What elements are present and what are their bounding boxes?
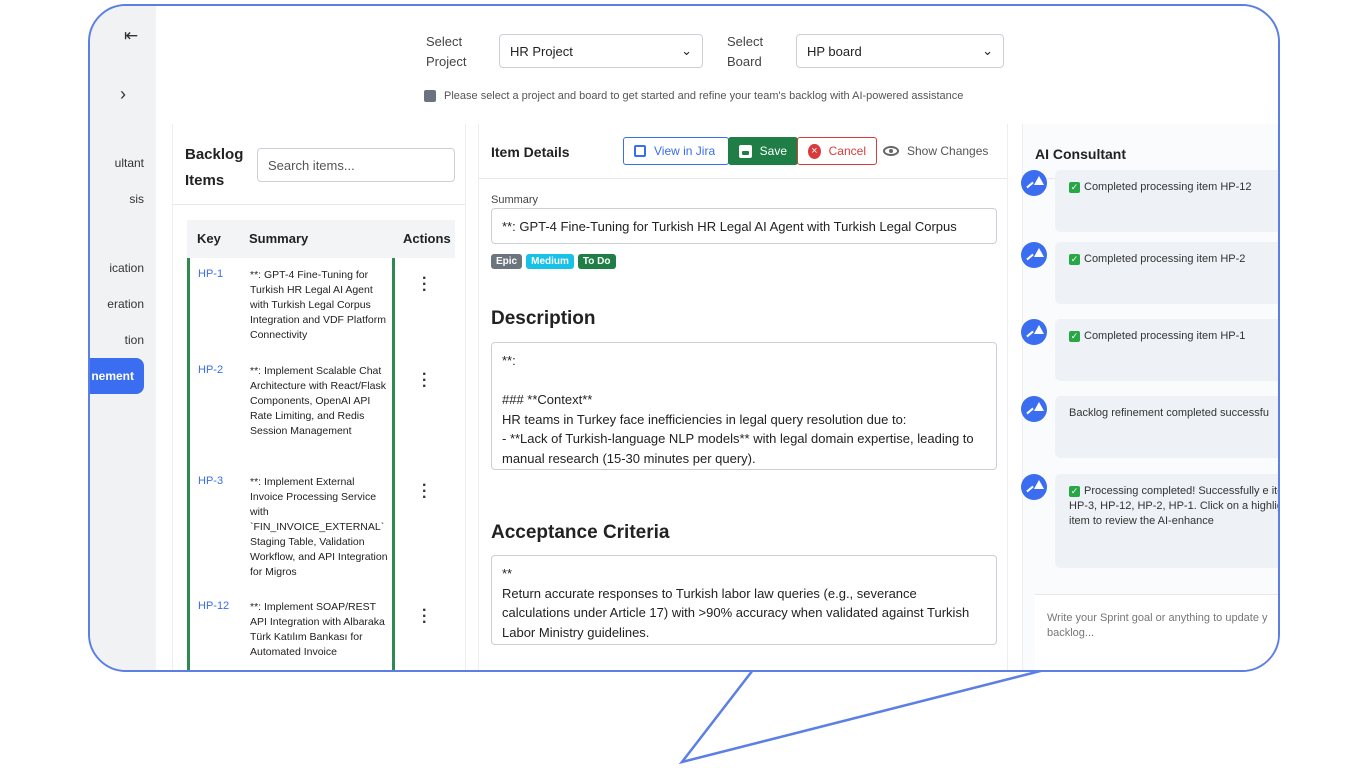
cancel-button[interactable]: × Cancel (797, 137, 877, 165)
more-vertical-icon[interactable]: · · · (422, 367, 427, 395)
acceptance-criteria-textarea[interactable]: ** Return accurate responses to Turkish … (491, 555, 997, 645)
item-summary: **: GPT-4 Fine-Tuning for Turkish HR Leg… (250, 269, 386, 341)
ai-avatar-icon (1021, 474, 1047, 500)
sidebar-item-generation[interactable]: eration (107, 297, 144, 311)
status-badge: To Do (577, 254, 616, 269)
column-header-actions: Actions (403, 231, 451, 246)
column-header-summary: Summary (249, 231, 309, 246)
type-badge: Epic (491, 254, 523, 269)
more-vertical-icon[interactable]: · · · (422, 271, 427, 299)
priority-badge: Medium (526, 254, 574, 269)
sidebar: ⇤ › ultant sis ication eration tion neme… (90, 6, 156, 670)
hint-message: Please select a project and board to get… (444, 90, 964, 102)
view-in-jira-button[interactable]: View in Jira (623, 137, 729, 165)
summary-input[interactable]: **: GPT-4 Fine-Tuning for Turkish HR Leg… (491, 208, 997, 244)
ai-avatar-icon (1021, 396, 1047, 422)
app-frame: ⇤ › ultant sis ication eration tion neme… (88, 4, 1280, 672)
more-vertical-icon[interactable]: · · · (422, 603, 427, 631)
save-label: Save (759, 144, 787, 158)
chat-message: ✓ Completed processing item HP-12 (1055, 170, 1278, 232)
backlog-panel: Backlog Items Search items... Key Summar… (172, 124, 466, 670)
item-summary: **: Implement SOAP/REST API Integration … (250, 601, 385, 658)
search-input[interactable]: Search items... (257, 148, 455, 182)
backlog-title: Backlog Items (185, 146, 244, 189)
column-header-key: Key (197, 231, 221, 246)
item-key[interactable]: HP-3 (198, 475, 223, 487)
sprint-goal-input[interactable]: Write your Sprint goal or anything to up… (1035, 594, 1278, 670)
check-icon: ✓ (1069, 182, 1080, 193)
ai-consultant-panel: AI Consultant ✓ Completed processing item… (1021, 124, 1278, 670)
chat-message: Backlog refinement completed successfu (1055, 396, 1278, 458)
save-icon (739, 144, 752, 158)
chat-message: ✓ Processing completed! Successfully e it… (1055, 474, 1278, 568)
acceptance-criteria-title: Acceptance Criteria (491, 522, 670, 543)
chevron-right-icon[interactable]: › (120, 84, 126, 105)
item-key[interactable]: HP-1 (198, 268, 223, 280)
save-button[interactable]: Save (728, 137, 798, 165)
main-content: Select Project HR Project ⌄ Select Board… (156, 6, 1278, 670)
description-title: Description (491, 308, 596, 329)
ai-avatar-icon (1021, 319, 1047, 345)
item-key[interactable]: HP-12 (198, 600, 229, 612)
divider (173, 204, 465, 205)
search-placeholder: Search items... (268, 157, 355, 173)
check-icon: ✓ (1069, 331, 1080, 342)
table-header: Key Summary Actions (187, 220, 455, 258)
check-icon: ✓ (1069, 486, 1080, 497)
close-icon: × (808, 143, 821, 159)
item-summary: **: Implement Scalable Chat Architecture… (250, 365, 386, 437)
board-select-label: Select Board (727, 34, 764, 69)
hint-text: Please select a project and board to get… (424, 90, 963, 102)
cancel-label: Cancel (828, 144, 866, 158)
message-text: Completed processing item HP-12 (1084, 181, 1252, 193)
sidebar-item-analysis[interactable]: sis (129, 192, 144, 206)
message-text: Completed processing item HP-1 (1084, 330, 1246, 342)
divider (392, 258, 395, 670)
project-select-label: Select Project (426, 34, 467, 69)
backlog-table-body: HP-1 **: GPT-4 Fine-Tuning for Turkish H… (187, 258, 458, 670)
view-in-jira-label: View in Jira (654, 144, 716, 158)
chevron-down-icon: ⌄ (681, 43, 692, 58)
sidebar-item-application[interactable]: ication (109, 261, 144, 275)
item-details-panel: Item Details View in Jira Save × Cancel … (478, 124, 1008, 670)
eye-icon (883, 146, 899, 156)
external-link-icon (634, 145, 646, 157)
board-select-value: HP board (807, 43, 862, 59)
divider (479, 178, 1007, 179)
item-key[interactable]: HP-2 (198, 364, 223, 376)
message-text: Backlog refinement completed successfu (1069, 407, 1269, 419)
item-summary: **: Implement External Invoice Processin… (250, 476, 388, 578)
check-icon: ✓ (1069, 254, 1080, 265)
project-select-value: HR Project (510, 43, 573, 59)
sidebar-item-consultant[interactable]: ultant (115, 156, 144, 170)
description-textarea[interactable]: **: ### **Context** HR teams in Turkey f… (491, 342, 997, 470)
project-select[interactable]: HR Project ⌄ (499, 34, 703, 68)
message-text: Processing completed! Successfully e ite… (1069, 485, 1278, 527)
collapse-left-icon[interactable]: ⇤ (124, 26, 138, 46)
badge-group: Epic Medium To Do (491, 254, 616, 269)
chevron-down-icon: ⌄ (982, 43, 993, 58)
item-details-title: Item Details (491, 144, 570, 160)
sprint-goal-placeholder: Write your Sprint goal or anything to up… (1047, 612, 1268, 639)
chat-message: ✓ Completed processing item HP-2 (1055, 242, 1278, 304)
ai-avatar-icon (1021, 170, 1047, 196)
sidebar-item-refinement[interactable]: nement (90, 358, 144, 394)
ai-consultant-title: AI Consultant (1035, 146, 1126, 162)
message-text: Completed processing item HP-2 (1084, 253, 1246, 265)
board-select[interactable]: HP board ⌄ (796, 34, 1004, 68)
ai-avatar-icon (1021, 242, 1047, 268)
summary-label: Summary (491, 194, 539, 206)
show-changes-label: Show Changes (907, 144, 989, 158)
chart-icon (424, 90, 436, 102)
chat-message: ✓ Completed processing item HP-1 (1055, 319, 1278, 381)
sidebar-item-action[interactable]: tion (125, 333, 144, 347)
show-changes-button[interactable]: Show Changes (883, 137, 1003, 165)
more-vertical-icon[interactable]: · · · (422, 478, 427, 506)
